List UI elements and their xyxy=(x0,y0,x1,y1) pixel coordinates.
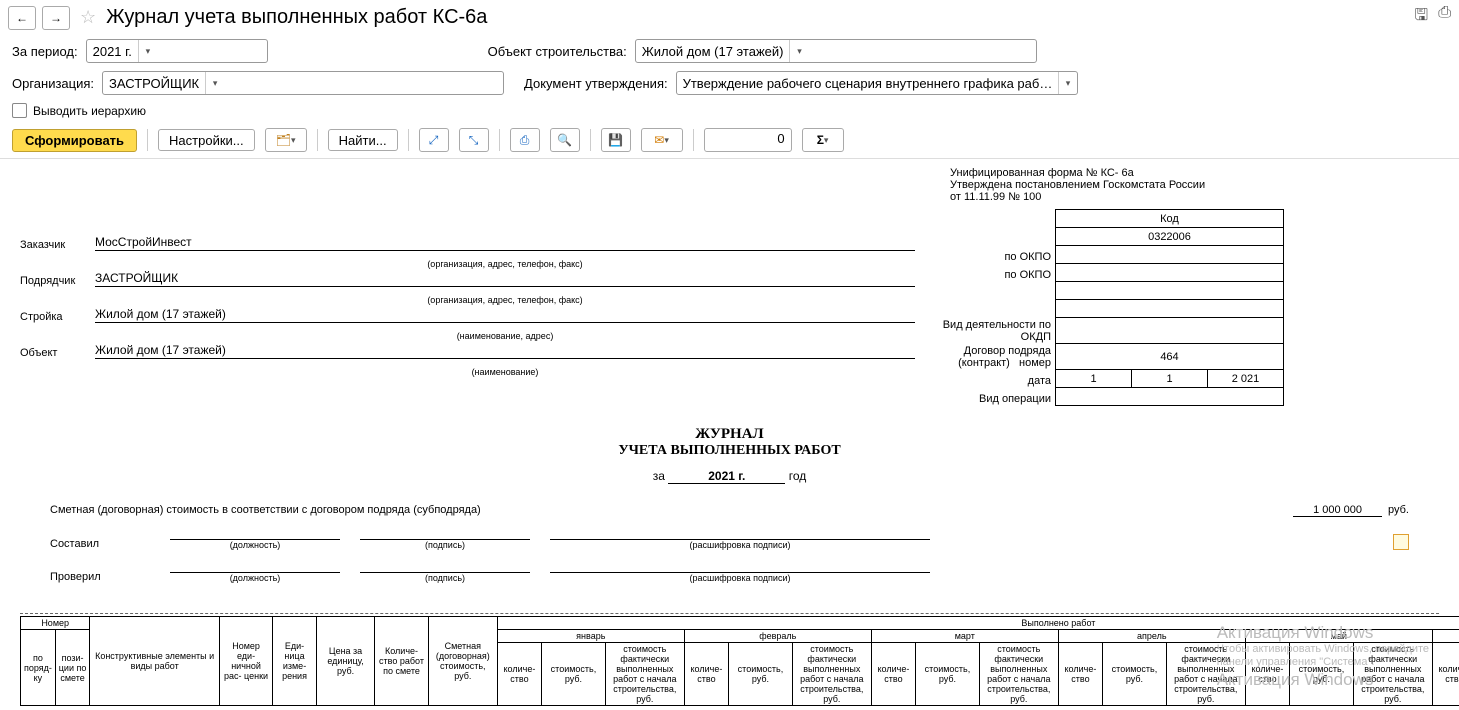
period-label: За период: xyxy=(12,44,78,59)
chevron-down-icon: ▾ xyxy=(824,135,829,146)
save-button[interactable]: 💾 xyxy=(601,128,631,152)
expand-button[interactable]: ⤢ xyxy=(419,128,449,152)
variants-button[interactable]: 🗂▾ xyxy=(265,128,307,152)
collapse-icon: ⤡ xyxy=(469,133,479,148)
generate-button[interactable]: Сформировать xyxy=(12,129,137,152)
chevron-down-icon: ▾ xyxy=(664,135,669,146)
object-select[interactable]: Жилой дом (17 этажей) ▾ xyxy=(635,39,1037,63)
send-button[interactable]: ✉▾ xyxy=(641,128,683,152)
envelope-icon: ✉ xyxy=(654,133,664,147)
search-page-icon: 🔍 xyxy=(557,133,572,147)
journal-title-1: ЖУРНАЛ xyxy=(20,426,1439,443)
find-button[interactable]: Найти... xyxy=(328,129,398,151)
org-label: Организация: xyxy=(12,76,94,91)
period-select[interactable]: 2021 г. ▾ xyxy=(86,39,268,63)
form-note-2: Утверждена постановлением Госкомстата Ро… xyxy=(950,179,1439,191)
journal-title-2: УЧЕТА ВЫПОЛНЕННЫХ РАБОТ xyxy=(20,443,1439,459)
report-area: ЗаказчикМосСтройИнвест (организация, адр… xyxy=(0,159,1459,706)
form-note-1: Унифицированная форма № КС- 6а xyxy=(950,167,1439,179)
nav-forward-button[interactable]: → xyxy=(42,6,70,30)
site-label: Стройка xyxy=(20,311,95,323)
favorite-star-icon[interactable]: ☆ xyxy=(76,7,100,28)
page-number-input[interactable]: 0 xyxy=(704,128,792,152)
preview-button[interactable]: 🔍 xyxy=(550,128,580,152)
journal-year: за 2021 г. год xyxy=(20,469,1439,484)
chevron-down-icon: ▾ xyxy=(291,135,296,146)
org-select[interactable]: ЗАСТРОЙЩИК ▾ xyxy=(102,71,504,95)
checked-label: Проверил xyxy=(50,571,150,583)
chevron-down-icon: ▾ xyxy=(205,72,224,94)
contractor-label: Подрядчик xyxy=(20,275,95,287)
save-icon[interactable]: 🖫 xyxy=(1415,4,1429,31)
floppy-icon: 💾 xyxy=(608,133,623,147)
docappr-label: Документ утверждения: xyxy=(524,76,668,91)
arrow-right-icon: → xyxy=(50,11,62,25)
form-note-3: от 11.11.99 № 100 xyxy=(950,191,1439,203)
nav-back-button[interactable]: ← xyxy=(8,6,36,30)
cost-label: Сметная (договорная) стоимость в соответ… xyxy=(50,504,481,517)
collapse-button[interactable]: ⤡ xyxy=(459,128,489,152)
customer-value: МосСтройИнвест xyxy=(95,235,915,251)
object-info-label: Объект xyxy=(20,347,95,359)
chevron-down-icon: ▾ xyxy=(789,40,808,62)
settings-button[interactable]: Настройки... xyxy=(158,129,255,151)
expand-icon: ⤢ xyxy=(429,133,439,148)
contractor-value: ЗАСТРОЙЩИК xyxy=(95,271,915,287)
sigma-icon: Σ xyxy=(817,133,824,147)
site-value: Жилой дом (17 этажей) xyxy=(95,307,915,323)
main-table: Номер Конструктивные элементы и виды раб… xyxy=(20,616,1459,706)
selection-marker xyxy=(1393,534,1409,550)
hierarchy-checkbox[interactable] xyxy=(12,103,27,118)
docappr-select[interactable]: Утверждение рабочего сценария внутреннег… xyxy=(676,71,1078,95)
printer-icon: ⎙ xyxy=(520,133,530,148)
folder-icon: 🗂 xyxy=(276,133,291,147)
customer-label: Заказчик xyxy=(20,239,95,251)
object-label: Объект строительства: xyxy=(488,44,627,59)
object-info-value: Жилой дом (17 этажей) xyxy=(95,343,915,359)
compiled-label: Составил xyxy=(50,538,150,550)
chevron-down-icon: ▾ xyxy=(1058,72,1076,94)
cost-value: 1 000 000 xyxy=(1293,504,1382,517)
page-title: Журнал учета выполненных работ КС-6а xyxy=(106,6,487,29)
chevron-down-icon: ▾ xyxy=(138,40,157,62)
hierarchy-label: Выводить иерархию xyxy=(33,104,146,118)
print-button[interactable]: ⎙ xyxy=(510,128,540,152)
sum-button[interactable]: Σ▾ xyxy=(802,128,844,152)
codes-table: Код 0322006 по ОКПО по ОКПО Вид деятельн… xyxy=(920,209,1284,406)
arrow-left-icon: ← xyxy=(16,11,28,25)
print-icon[interactable]: ⎙ xyxy=(1438,4,1451,31)
